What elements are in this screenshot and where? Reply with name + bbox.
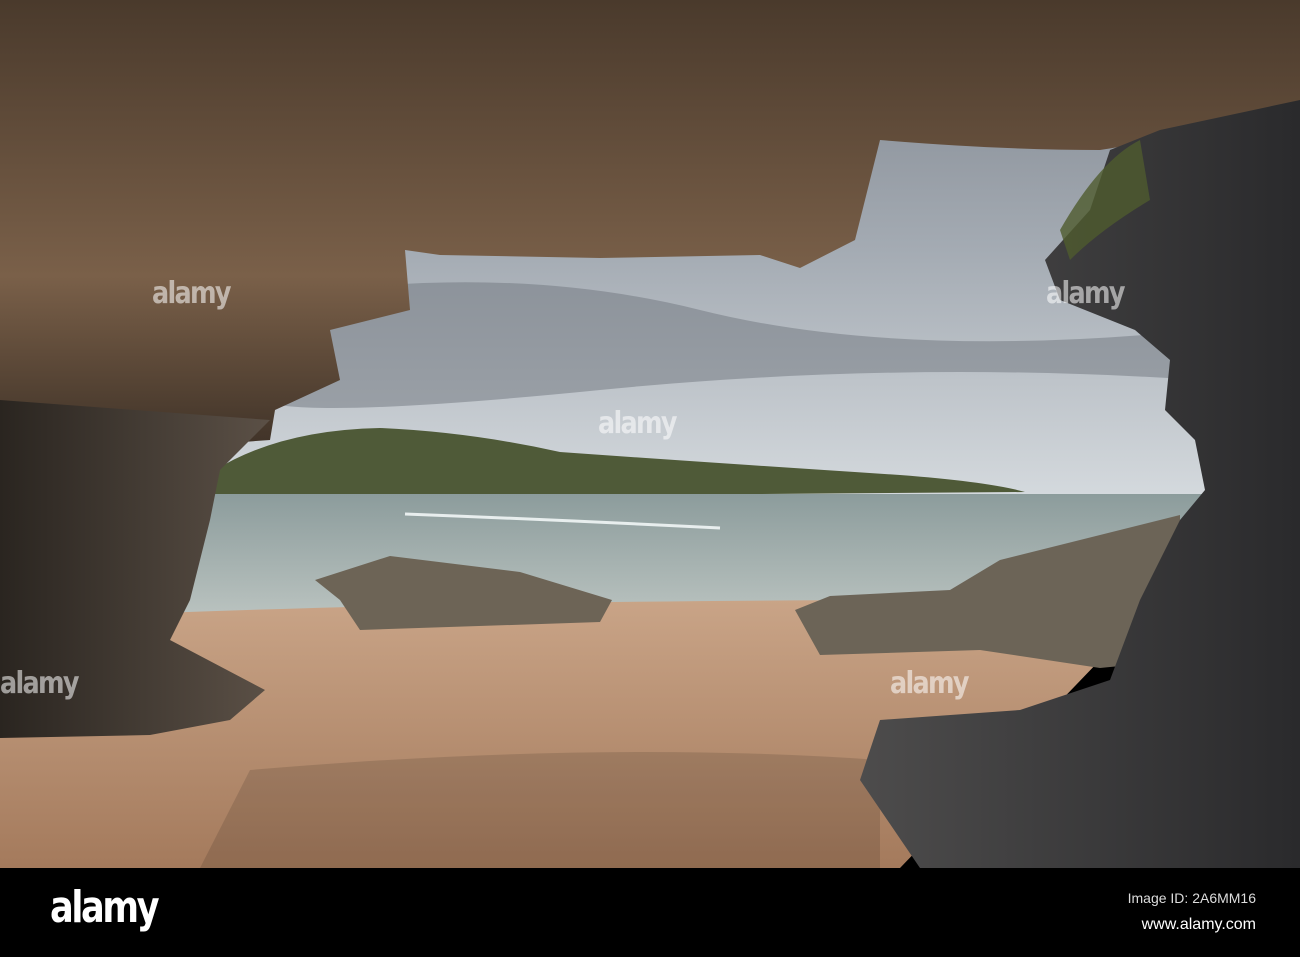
watermark: alamy	[1046, 276, 1126, 311]
shadow	[200, 752, 880, 868]
footer-bar: alamy Image ID: 2A6MM16 www.alamy.com	[0, 868, 1300, 957]
image-id: Image ID: 2A6MM16	[1127, 890, 1256, 906]
alamy-logo: alamy	[50, 882, 160, 933]
watermark: alamy	[0, 666, 80, 701]
watermark: alamy	[152, 276, 232, 311]
website-link[interactable]: www.alamy.com	[1142, 916, 1256, 934]
image-frame: alamy alamy alamy alamy alamy alamy Imag…	[0, 0, 1300, 957]
watermark: alamy	[598, 406, 678, 441]
watermark: alamy	[890, 666, 970, 701]
